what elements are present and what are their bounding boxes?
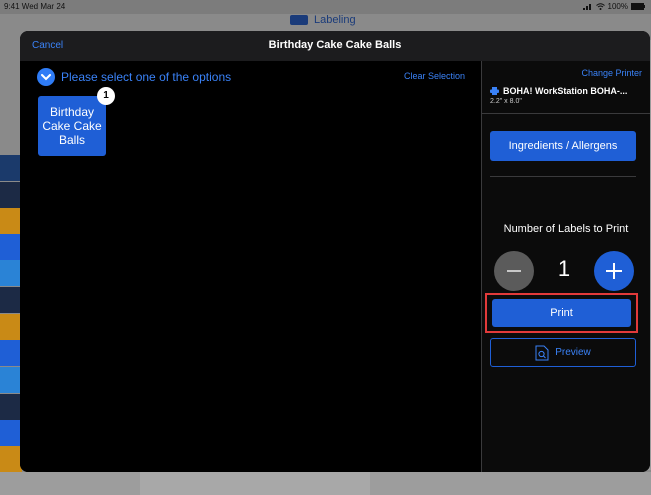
modal-header: Cancel Birthday Cake Cake Balls bbox=[20, 31, 650, 61]
bg-color-strip bbox=[0, 155, 22, 181]
printer-info: BOHA! WorkStation BOHA-... bbox=[490, 86, 627, 96]
selection-count-badge: 1 bbox=[97, 87, 115, 105]
increment-button[interactable] bbox=[594, 251, 634, 291]
bg-color-strip bbox=[0, 446, 22, 472]
ingredients-allergens-button[interactable]: Ingredients / Allergens bbox=[490, 131, 636, 161]
options-panel: Please select one of the options Clear S… bbox=[20, 61, 481, 472]
chevron-down-icon[interactable] bbox=[37, 68, 55, 86]
change-printer-button[interactable]: Change Printer bbox=[581, 68, 642, 78]
minus-icon bbox=[507, 270, 521, 272]
document-search-icon bbox=[535, 345, 549, 360]
status-bar: 9:41 Wed Mar 24 100% bbox=[0, 0, 651, 14]
battery-icon bbox=[631, 3, 645, 10]
label-count: 1 bbox=[557, 256, 571, 281]
modal-title: Birthday Cake Cake Balls bbox=[268, 39, 402, 51]
bg-color-strip bbox=[0, 287, 22, 313]
option-button[interactable]: Birthday Cake Cake Balls 1 bbox=[38, 87, 115, 156]
print-button[interactable]: Print bbox=[492, 299, 631, 327]
select-prompt-row[interactable]: Please select one of the options bbox=[37, 68, 231, 86]
status-indicators: 100% bbox=[582, 2, 645, 11]
select-prompt-text: Please select one of the options bbox=[61, 70, 232, 84]
bg-bottom-tab bbox=[140, 472, 370, 495]
wifi-icon bbox=[595, 3, 605, 10]
status-time: 9:41 Wed Mar 24 bbox=[4, 2, 66, 11]
divider bbox=[490, 176, 636, 177]
bg-color-strip bbox=[0, 314, 22, 340]
printer-icon bbox=[490, 87, 499, 95]
option-label: Birthday Cake Cake Balls bbox=[42, 105, 102, 147]
signal-icon bbox=[582, 4, 591, 10]
preview-label: Preview bbox=[555, 347, 591, 358]
background-title-text: Labeling bbox=[314, 14, 356, 26]
app-logo-icon bbox=[290, 15, 308, 25]
preview-button[interactable]: Preview bbox=[490, 338, 636, 367]
print-highlight-box: Print bbox=[485, 293, 638, 333]
label-size: 2.2" x 8.0" bbox=[490, 98, 522, 105]
printer-panel: Change Printer BOHA! WorkStation BOHA-..… bbox=[482, 61, 650, 472]
bg-color-strip bbox=[0, 260, 22, 286]
plus-icon bbox=[606, 263, 622, 279]
printer-name: BOHA! WorkStation BOHA-... bbox=[503, 86, 628, 96]
bg-color-strip bbox=[0, 208, 22, 234]
bg-color-strip bbox=[0, 420, 22, 446]
divider bbox=[482, 113, 650, 114]
battery-percent: 100% bbox=[607, 2, 628, 11]
bg-color-strip bbox=[0, 394, 22, 420]
clear-selection-button[interactable]: Clear Selection bbox=[404, 71, 465, 81]
background-app-title: Labeling bbox=[290, 14, 356, 26]
bg-color-strip bbox=[0, 367, 22, 393]
decrement-button[interactable] bbox=[494, 251, 534, 291]
number-of-labels-title: Number of Labels to Print bbox=[503, 223, 629, 235]
bg-color-strip bbox=[0, 182, 22, 208]
bg-bottom-bar bbox=[0, 472, 651, 495]
labeling-modal: Cancel Birthday Cake Cake Balls Please s… bbox=[20, 31, 650, 472]
bg-color-strip bbox=[0, 340, 22, 366]
bg-color-strip bbox=[0, 234, 22, 260]
